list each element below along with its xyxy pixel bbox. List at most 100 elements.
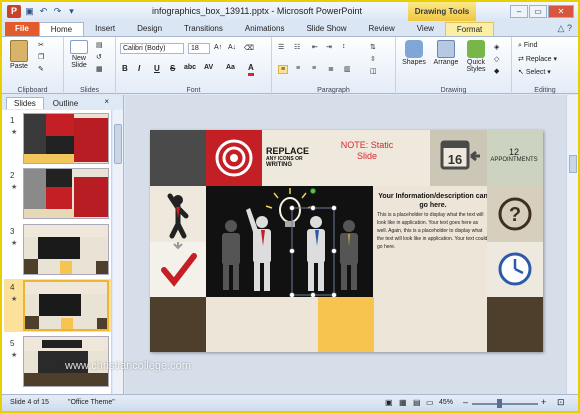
- tab-format[interactable]: Format: [444, 22, 495, 36]
- underline-button[interactable]: U: [154, 64, 160, 73]
- tab-slide-show[interactable]: Slide Show: [295, 22, 357, 36]
- slide-show-icon[interactable]: ▭: [426, 398, 434, 407]
- tab-animations[interactable]: Animations: [234, 22, 296, 36]
- tab-file[interactable]: File: [5, 22, 39, 36]
- font-size-select[interactable]: 18: [188, 43, 210, 54]
- zoom-slider-knob[interactable]: [496, 399, 502, 408]
- cut-icon[interactable]: ✂: [38, 41, 44, 49]
- shape-outline-icon[interactable]: ◇: [494, 55, 499, 63]
- find-button[interactable]: ⌕ Find: [518, 42, 538, 50]
- businessmen-illustration: [222, 188, 358, 298]
- checkmark-icon: [161, 242, 197, 287]
- shadow-button[interactable]: abc: [184, 64, 196, 71]
- font-color-button[interactable]: A: [248, 63, 254, 76]
- help-icon[interactable]: ?: [567, 23, 572, 33]
- slide-thumbnail[interactable]: 2 ★: [4, 167, 111, 220]
- decrease-indent-icon[interactable]: ⇤: [312, 43, 318, 51]
- save-icon[interactable]: ▣: [24, 6, 35, 17]
- fit-to-window-icon[interactable]: ⊡: [557, 397, 565, 408]
- slide-cell: [150, 130, 206, 186]
- change-case-button[interactable]: Aa: [226, 64, 235, 71]
- tab-view[interactable]: View: [406, 22, 445, 36]
- slide-thumbnail-selected[interactable]: 4 ★: [4, 279, 111, 332]
- close-button[interactable]: ✕: [548, 5, 574, 18]
- thumbnails-scrollbar[interactable]: [113, 110, 123, 394]
- tab-slides-pane[interactable]: Slides: [6, 97, 44, 109]
- slide-cell: [374, 297, 487, 352]
- copy-icon[interactable]: ❐: [38, 53, 44, 61]
- undo-icon[interactable]: ↶: [38, 6, 49, 17]
- shape-fill-icon[interactable]: ◈: [494, 43, 499, 51]
- arrange-button[interactable]: Arrange: [430, 40, 462, 66]
- tab-home[interactable]: Home: [38, 22, 85, 36]
- grow-font-icon[interactable]: A↑: [214, 44, 222, 51]
- drawing-tools-context-label: Drawing Tools: [408, 2, 476, 21]
- maximize-button[interactable]: ▭: [529, 5, 547, 18]
- slide-scrollbar-thumb[interactable]: [569, 155, 577, 173]
- zoom-level[interactable]: 45%: [439, 399, 453, 406]
- slide-thumbnail[interactable]: 1 ★: [4, 112, 111, 165]
- minimize-ribbon-icon[interactable]: △: [558, 23, 565, 33]
- align-center-icon[interactable]: ≡: [296, 65, 300, 72]
- bullets-icon[interactable]: ☰: [278, 43, 284, 51]
- tab-insert[interactable]: Insert: [84, 22, 126, 36]
- columns-icon[interactable]: ▥: [344, 65, 351, 73]
- paragraph-group-label: Paragraph: [317, 87, 350, 94]
- layout-icon[interactable]: ▤: [96, 41, 103, 49]
- character-spacing-button[interactable]: AV: [204, 64, 213, 71]
- new-slide-icon: [70, 40, 88, 54]
- powerpoint-app-icon[interactable]: P: [7, 5, 21, 18]
- slide-preview: [23, 113, 109, 164]
- align-right-icon[interactable]: ≡: [312, 65, 316, 72]
- zoom-in-icon[interactable]: +: [541, 397, 546, 407]
- shrink-font-icon[interactable]: A↓: [228, 44, 236, 51]
- paste-button[interactable]: Paste: [8, 40, 30, 70]
- minimize-button[interactable]: –: [510, 5, 528, 18]
- select-button[interactable]: ↖ Select ▾: [518, 68, 551, 76]
- normal-view-icon[interactable]: ▣: [385, 398, 393, 407]
- font-family-select[interactable]: Calibri (Body): [120, 43, 184, 54]
- format-painter-icon[interactable]: ✎: [38, 65, 44, 73]
- new-slide-button[interactable]: New Slide: [67, 40, 91, 69]
- group-paragraph: ☰ ☷ ⇤ ⇥ ↕ ≡ ≡ ≡ ≣ ▥ ⇅ ⇳ ◫ Paragraph: [272, 37, 396, 95]
- justify-icon[interactable]: ≣: [328, 65, 334, 73]
- tab-review[interactable]: Review: [357, 22, 405, 36]
- slide-cell: 16: [430, 130, 487, 186]
- italic-button[interactable]: I: [138, 64, 140, 73]
- section-icon[interactable]: ▦: [96, 65, 103, 73]
- align-text-icon[interactable]: ⇳: [370, 55, 376, 63]
- close-pane-icon[interactable]: ×: [104, 97, 109, 106]
- numbering-icon[interactable]: ☷: [294, 43, 300, 51]
- slide-number: 1: [10, 116, 15, 125]
- tab-transitions[interactable]: Transitions: [173, 22, 234, 36]
- drawing-group-label: Drawing: [440, 87, 467, 94]
- zoom-out-icon[interactable]: –: [463, 397, 468, 407]
- zoom-slider[interactable]: [472, 403, 538, 405]
- reset-icon[interactable]: ↺: [96, 53, 102, 61]
- text-direction-icon[interactable]: ⇅: [370, 43, 376, 51]
- redo-icon[interactable]: ↷: [52, 6, 63, 17]
- slide-sorter-icon[interactable]: ▦: [399, 398, 407, 407]
- quick-styles-button[interactable]: Quick Styles: [462, 40, 490, 73]
- replace-button[interactable]: ⇄ Replace ▾: [518, 55, 557, 63]
- tab-design[interactable]: Design: [126, 22, 173, 36]
- current-slide[interactable]: REPLACE ANY ICONS OR WRITING NOTE: Stati…: [150, 130, 543, 352]
- slide-thumbnail[interactable]: 3 ★: [4, 223, 111, 276]
- line-spacing-icon[interactable]: ↕: [342, 43, 346, 50]
- ribbon-tabs: File Home Insert Design Transitions Anim…: [2, 21, 578, 36]
- slide-preview: [23, 168, 109, 219]
- smartart-icon[interactable]: ◫: [370, 67, 377, 75]
- people-illustration: [206, 186, 373, 298]
- increase-indent-icon[interactable]: ⇥: [326, 43, 332, 51]
- customize-qat-icon[interactable]: ▾: [66, 6, 77, 17]
- align-left-icon[interactable]: ≡: [278, 65, 289, 74]
- slide-scrollbar[interactable]: [566, 95, 578, 394]
- clear-formatting-icon[interactable]: ⌫: [244, 44, 254, 52]
- reading-view-icon[interactable]: ▤: [413, 398, 421, 407]
- scrollbar-thumb[interactable]: [114, 124, 122, 164]
- shapes-button[interactable]: Shapes: [400, 40, 428, 66]
- strikethrough-button[interactable]: S: [170, 64, 175, 73]
- bold-button[interactable]: B: [122, 64, 128, 73]
- shape-effects-icon[interactable]: ◆: [494, 67, 499, 75]
- tab-outline-pane[interactable]: Outline: [46, 98, 85, 109]
